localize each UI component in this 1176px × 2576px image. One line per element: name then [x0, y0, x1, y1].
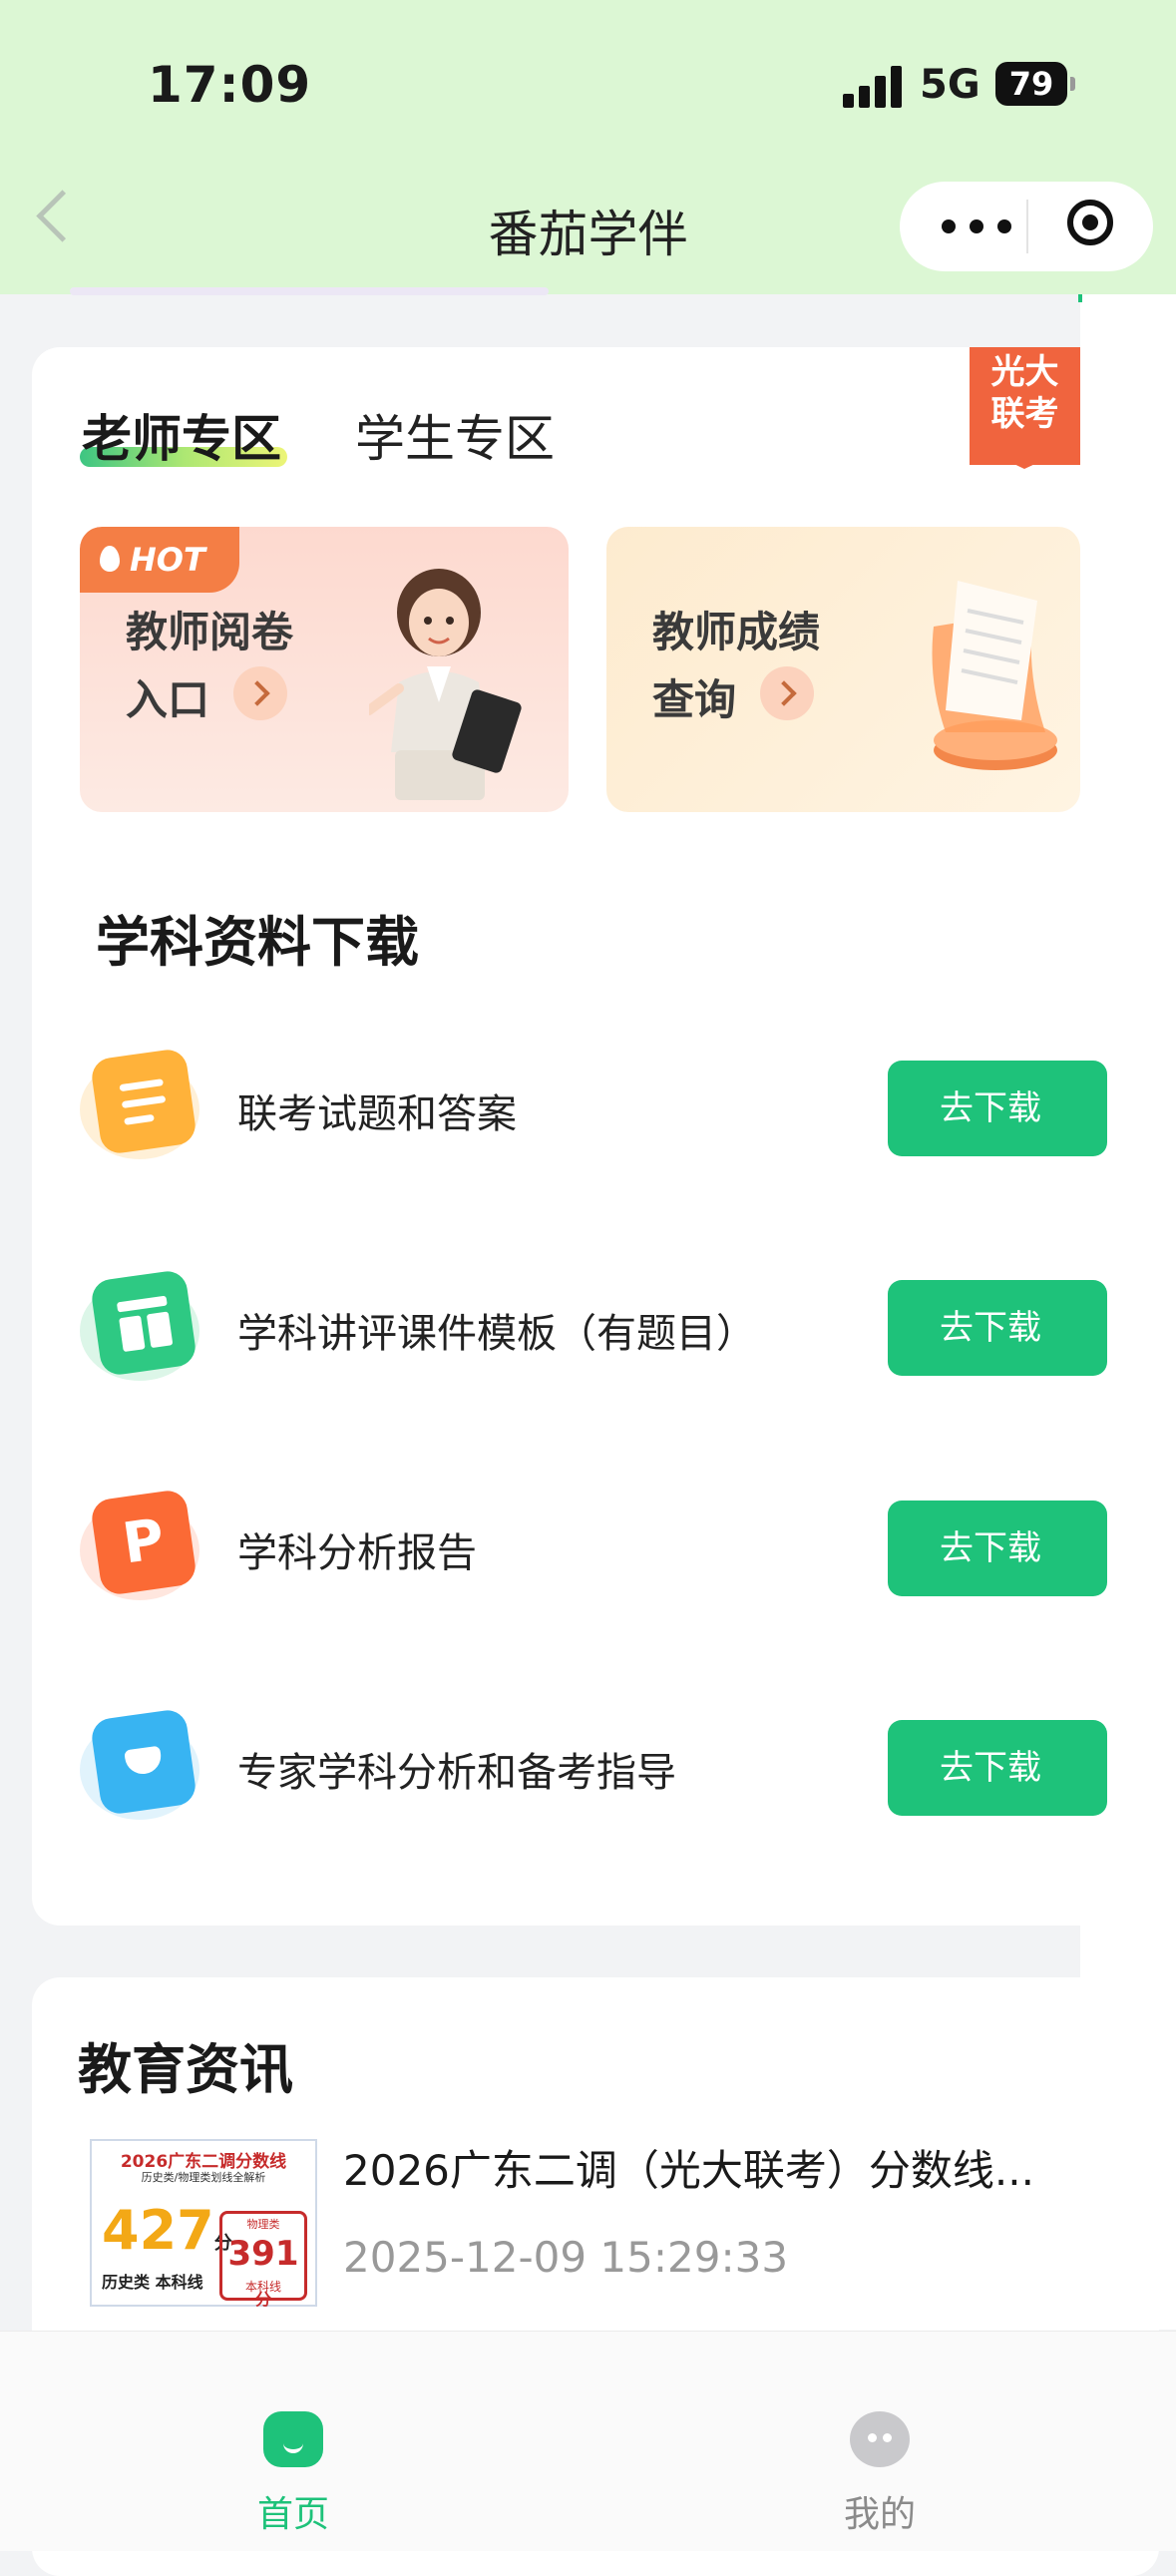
tabbar-home-label: 首页 [256, 2494, 329, 2535]
tab-student[interactable]: 学生专区 [355, 399, 555, 471]
miniprogram-capsule [900, 182, 1153, 271]
report-illustration-icon [932, 581, 1057, 770]
document-icon [80, 1047, 205, 1161]
download-label: 联考试题和答案 [237, 1091, 517, 1137]
news-timestamp: 2025-12-09 15:29:33 [343, 2233, 789, 2282]
download-button[interactable]: 去下载 [888, 1501, 1107, 1596]
more-icon[interactable] [934, 203, 1023, 250]
exam-ribbon-badge[interactable]: 光大 联考 [970, 347, 1080, 469]
ribbon-line1: 光大 [990, 352, 1059, 392]
thumb-score: 427分 [102, 2199, 232, 2262]
header: 17:09 5G 79 番茄学伴 [0, 0, 1176, 294]
news-thumbnail[interactable]: 2026广东二调分数线 历史类/物理类划线全解析 427分 历史类 本科线 物理… [90, 2139, 317, 2309]
download-button[interactable]: 去下载 [888, 1720, 1107, 1816]
card-title: 教师阅卷 [126, 608, 294, 656]
download-label: 学科分析报告 [237, 1530, 477, 1576]
guide-icon [80, 1707, 205, 1822]
card-subtitle: 入口 [126, 675, 210, 724]
chat-profile-icon [850, 2411, 910, 2467]
news-headline[interactable]: 2026广东二调（光大联考）分数线... [343, 2137, 1061, 2198]
teacher-grading-card[interactable]: HOT 教师阅卷 入口 [80, 527, 569, 812]
scroll-remnant [70, 287, 549, 295]
download-button[interactable]: 去下载 [888, 1061, 1107, 1156]
chevron-right-icon [760, 666, 814, 720]
teacher-score-card[interactable]: 教师成绩 查询 [606, 527, 1080, 812]
capsule-divider [1026, 200, 1028, 253]
teacher-illustration-icon [369, 569, 522, 800]
news-section-title: 教育资讯 [78, 2038, 293, 2101]
card-subtitle: 查询 [652, 675, 737, 724]
tab-teacher[interactable]: 老师专区 [82, 399, 281, 471]
thumb-subtitle: 历史类/物理类划线全解析 [141, 2171, 266, 2184]
thumb-score-label: 历史类 本科线 [102, 2273, 203, 2292]
network-label: 5G [920, 62, 980, 108]
hot-badge: HOT [80, 527, 239, 593]
download-label: 学科讲评课件模板（有题目） [237, 1311, 756, 1357]
ppt-icon: P [80, 1488, 205, 1602]
calendar-icon: 物理类 391分 本科线 [219, 2211, 307, 2309]
chevron-right-icon [233, 666, 287, 720]
flame-icon [100, 546, 120, 572]
tabbar-profile-label: 我的 [843, 2494, 916, 2535]
section-title: 学科资料下载 [96, 911, 419, 974]
scroll-indicator [1078, 294, 1082, 302]
download-button[interactable]: 去下载 [888, 1280, 1107, 1376]
tabbar-home[interactable]: 首页 [196, 2332, 395, 2551]
status-time: 17:09 [148, 56, 312, 114]
card-title: 教师成绩 [652, 608, 821, 656]
table-icon [80, 1268, 205, 1383]
ribbon-line2: 联考 [990, 394, 1059, 434]
download-label: 专家学科分析和备考指导 [237, 1750, 676, 1796]
home-icon [263, 2411, 323, 2467]
bottom-tabbar: 首页 我的 [0, 2331, 1176, 2551]
signal-icon [843, 64, 905, 108]
tabbar-profile[interactable]: 我的 [782, 2332, 981, 2551]
battery-icon: 79 [995, 62, 1075, 106]
close-miniprogram-icon[interactable] [1067, 200, 1113, 245]
